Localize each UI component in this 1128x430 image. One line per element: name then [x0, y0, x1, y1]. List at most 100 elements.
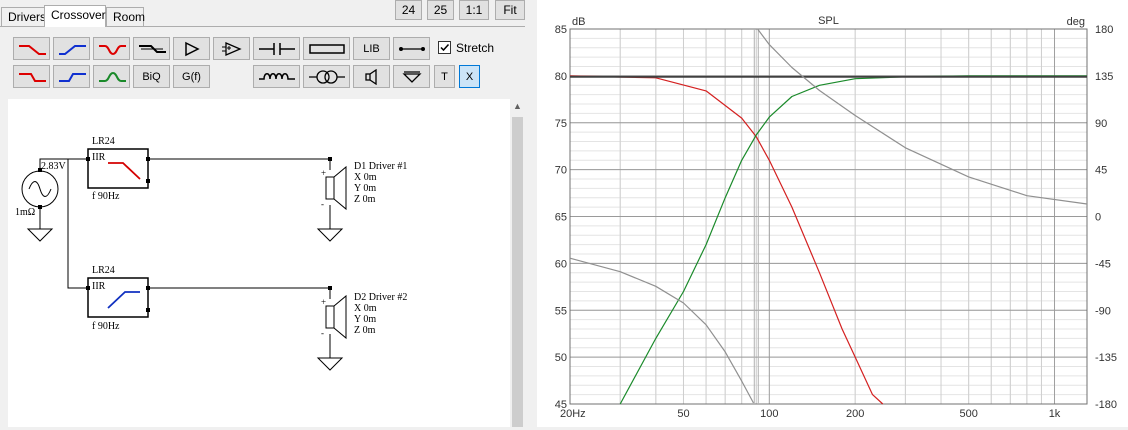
filter2-frequency: f 90Hz: [92, 321, 120, 332]
transformer-icon: [308, 69, 345, 84]
lowpass-red-icon: [18, 44, 46, 55]
driver1-label[interactable]: D1 Driver #1 X 0m Y 0m Z 0m: [354, 161, 407, 205]
inductor-button[interactable]: [253, 65, 300, 88]
y2-tick-label: 180: [1095, 24, 1113, 36]
transformer-button[interactable]: [303, 65, 350, 88]
y-tick-label: 75: [555, 118, 567, 130]
checkmark-icon: [440, 43, 450, 52]
y2-tick-label: -180: [1095, 399, 1117, 411]
y-tick-label: 50: [555, 352, 567, 364]
biquad-button[interactable]: BiQ: [133, 65, 170, 88]
scroll-thumb[interactable]: [512, 117, 523, 427]
tab-room[interactable]: Room: [106, 7, 145, 26]
x-tick-label: 1k: [1049, 408, 1061, 420]
x-tick-label: 20Hz: [560, 408, 586, 420]
y2-axis-label: deg: [1067, 16, 1085, 28]
driver1-y: Y 0m: [354, 183, 377, 194]
driver2-z: Z 0m: [354, 325, 376, 336]
y2-tick-label: -135: [1095, 352, 1117, 364]
speaker-icon: [364, 68, 377, 85]
shelf-filter-button[interactable]: [133, 37, 170, 60]
filter2-type: IIR: [92, 281, 106, 292]
ground-button[interactable]: [393, 65, 430, 88]
summing-amp-icon: [221, 41, 242, 56]
y2-tick-label: -45: [1095, 258, 1111, 270]
tab-drivers[interactable]: Drivers: [1, 7, 46, 26]
inductor-icon: [258, 72, 295, 80]
highpass-blue-icon: [58, 44, 86, 55]
scroll-up-icon[interactable]: ▲: [510, 99, 525, 114]
lowpass-curve-icon: [108, 162, 141, 180]
highpass-filter-button[interactable]: [53, 37, 90, 60]
y2-tick-label: 45: [1095, 165, 1107, 177]
lowpass-step-red-icon: [18, 72, 46, 82]
ground-icon: [401, 70, 422, 83]
y-tick-label: 55: [555, 305, 567, 317]
y-tick-label: 65: [555, 212, 567, 224]
delete-button[interactable]: X: [459, 65, 480, 88]
amplifier-button[interactable]: [173, 37, 210, 60]
lowpass-filter-button[interactable]: [13, 37, 50, 60]
resistor-button[interactable]: [303, 37, 350, 60]
capacitor-icon: [258, 42, 295, 55]
transfer-function-button[interactable]: G(f): [173, 65, 210, 88]
schematic-scrollbar[interactable]: ▲: [510, 99, 525, 427]
series-line-3: [569, 257, 755, 404]
schematic-wiring: + - + -: [21, 148, 347, 371]
driver1-z: Z 0m: [354, 194, 376, 205]
driver2-name: D2 Driver #2: [354, 292, 408, 303]
svg-text:-: -: [321, 199, 324, 209]
schematic-canvas[interactable]: + - + - 2.83V 1mΩ LR24 IIR f 90Hz LR24 I…: [8, 99, 510, 427]
zoom-25-button[interactable]: 25: [427, 0, 454, 20]
capacitor-button[interactable]: [253, 37, 300, 60]
zoom-fit-button[interactable]: Fit: [495, 0, 525, 20]
zoom-24-button[interactable]: 24: [395, 0, 422, 20]
summing-amplifier-button[interactable]: [213, 37, 250, 60]
library-button[interactable]: LIB: [353, 37, 390, 60]
highpass-step-blue-icon: [58, 72, 86, 82]
y-axis-label: dB: [572, 16, 585, 28]
bandpass-filter-button[interactable]: [93, 37, 130, 60]
svg-text:-: -: [321, 328, 324, 338]
y-tick-label: 60: [555, 258, 567, 270]
x-tick-label: 500: [959, 408, 977, 420]
spl-chart[interactable]: 85807570656055504518013590450-45-90-135-…: [537, 0, 1128, 427]
y-tick-label: 70: [555, 165, 567, 177]
source-voltage: 2.83V: [41, 161, 66, 172]
driver2-x: X 0m: [354, 303, 377, 314]
x-tick-label: 50: [677, 408, 689, 420]
wire-button[interactable]: [393, 37, 430, 60]
stretch-checkbox[interactable]: [438, 41, 451, 54]
y2-tick-label: 135: [1095, 71, 1113, 83]
filter2-name: LR24: [92, 265, 115, 276]
text-button[interactable]: T: [434, 65, 455, 88]
svg-text:+: +: [321, 168, 326, 178]
notch-red-icon: [98, 44, 126, 55]
amplifier-triangle-icon: [184, 41, 200, 56]
highpass-step-button[interactable]: [53, 65, 90, 88]
driver-button[interactable]: [353, 65, 390, 88]
stretch-label: Stretch: [456, 41, 495, 55]
source-impedance: 1mΩ: [15, 207, 36, 218]
lowpass-step-button[interactable]: [13, 65, 50, 88]
y2-tick-label: 90: [1095, 118, 1107, 130]
series-line-4: [757, 28, 1088, 205]
filter1-frequency: f 90Hz: [92, 191, 120, 202]
highpass-curve-icon: [107, 291, 140, 309]
y-tick-label: 80: [555, 71, 567, 83]
peak-filter-button[interactable]: [93, 65, 130, 88]
svg-text:+: +: [321, 297, 326, 307]
wire-icon: [398, 46, 425, 51]
spl-chart-panel: 85 80 75 70 65 60 55 50 45 180 135 90 45 0 -45 -90 -135-…: [537, 0, 1128, 427]
filter1-name: LR24: [92, 136, 115, 147]
chart-title: SPL: [818, 15, 839, 27]
y2-tick-label: 0: [1095, 212, 1101, 224]
tab-crossover[interactable]: Crossover: [44, 5, 106, 27]
x-tick-label: 200: [846, 408, 864, 420]
driver1-x: X 0m: [354, 172, 377, 183]
resistor-icon: [308, 43, 345, 54]
zoom-1to1-button[interactable]: 1:1: [459, 0, 489, 20]
shelf-icon: [138, 44, 166, 53]
driver2-label[interactable]: D2 Driver #2 X 0m Y 0m Z 0m: [354, 292, 407, 336]
peak-green-icon: [98, 71, 126, 82]
